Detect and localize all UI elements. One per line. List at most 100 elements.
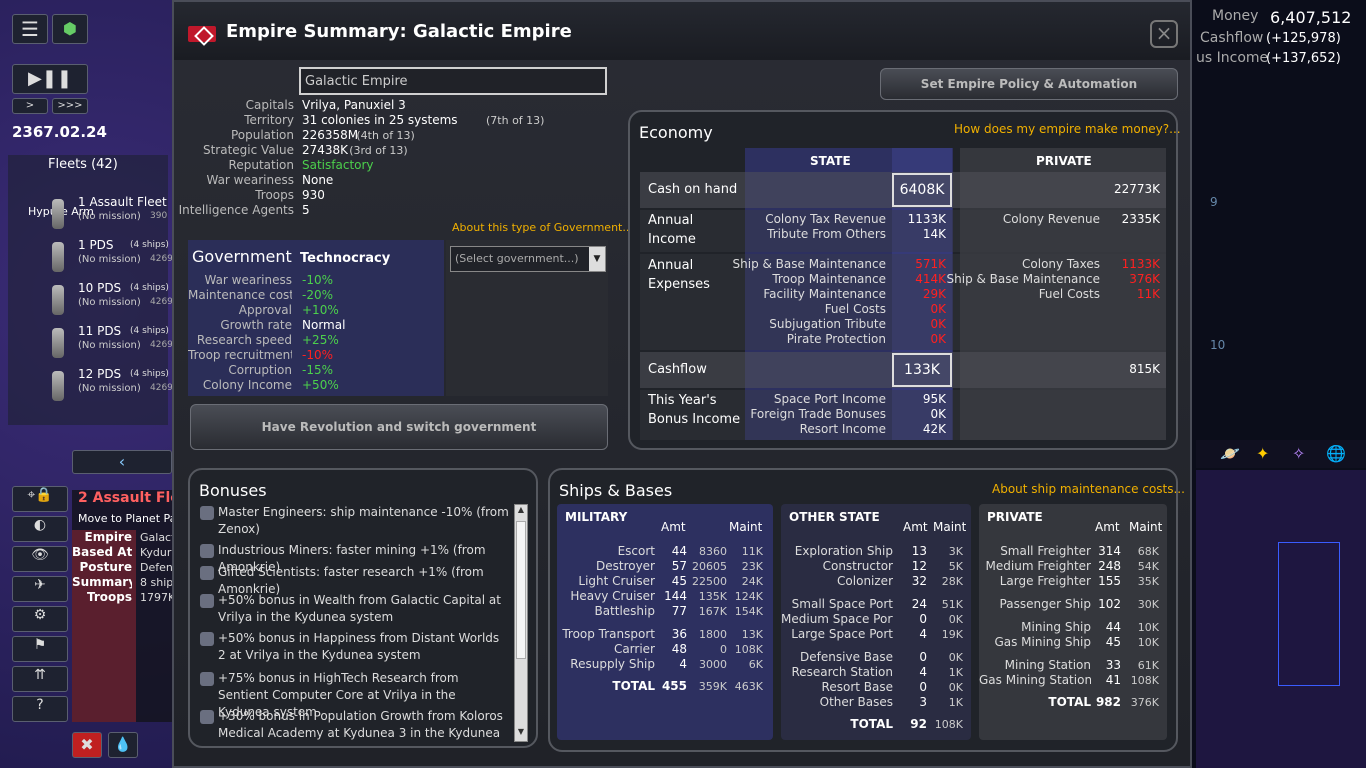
fleet-value: 4269 [150, 383, 173, 393]
planet-tool-button[interactable]: ◐ [12, 516, 68, 542]
gear-tool-button[interactable]: ⚙ [12, 606, 68, 632]
ship-type-maintenance: 23K [741, 560, 763, 573]
fleet-size: (4 ships) [130, 283, 169, 293]
ship-type-maintenance: 24K [741, 575, 763, 588]
government-select[interactable]: (Select government...) ▼ [450, 246, 606, 272]
government-modifier-label: Research speed [196, 333, 292, 347]
bonus-icon [200, 672, 214, 686]
ship-type-maintenance: 0K [948, 681, 963, 694]
flag-tool-button[interactable]: ⚑ [12, 636, 68, 662]
economy-help-link[interactable]: How does my empire make money?... [954, 122, 1181, 136]
help-tool-button[interactable]: ? [12, 696, 68, 722]
speed-fast-button[interactable]: >>> [52, 98, 88, 114]
economy-line-label: Colony Taxes [1022, 257, 1100, 271]
cash-label: Cash on hand [648, 182, 738, 197]
ship-type-name: Other Bases [819, 695, 893, 709]
ship-total-maintenance: 376K [1130, 696, 1159, 709]
ship-type-name: Gas Mining Station [979, 673, 1091, 687]
stat-label: Capitals [245, 98, 294, 112]
fleet-list-item[interactable]: 1 Assault Fleet (No mission) 390 [48, 195, 178, 235]
ship-type-maintenance: 35K [1137, 575, 1159, 588]
dialog-title: Empire Summary: Galactic Empire [226, 21, 572, 42]
star-icon[interactable]: ✦ [1256, 444, 1269, 463]
fleet-list-item[interactable]: 1 PDS (4 ships) (No mission) 4269 [48, 238, 178, 278]
help-button[interactable]: ⬢ [52, 14, 88, 44]
ship-type-maintenance: 0K [948, 651, 963, 664]
economy-line-label: Fuel Costs [824, 302, 886, 316]
ship-type-name: Exploration Ship [794, 544, 893, 558]
help-icon: ⬢ [63, 19, 77, 38]
flag-icon: ⚑ [33, 637, 47, 653]
empire-name-input[interactable] [299, 67, 607, 95]
fleet-list-item[interactable]: 10 PDS (4 ships) (No mission) 4269 [48, 281, 178, 321]
government-modifier-value: +10% [302, 303, 339, 317]
ships-bases-panel: Ships & Bases About ship maintenance cos… [548, 468, 1185, 752]
saturn-icon[interactable]: 🪐 [1220, 444, 1240, 463]
selected-fleet-panel: 2 Assault Flee Move to Planet Pan Empire… [72, 490, 189, 722]
ship-icon: ✈ [34, 577, 46, 593]
ship-type-name: Battleship [594, 604, 655, 618]
close-button[interactable]: × [1150, 20, 1178, 48]
empire-summary-dialog: Empire Summary: Galactic Empire × Set Em… [172, 0, 1192, 768]
globe-icon[interactable]: 🌐 [1326, 444, 1346, 463]
fleet-value: 390 [150, 211, 168, 221]
economy-line-value: 95K [922, 392, 946, 406]
military-header: MILITARY [565, 510, 628, 524]
chevron-left-icon: ‹ [118, 452, 126, 471]
ship-type-name: Destroyer [595, 559, 655, 573]
fleet-list-item[interactable]: 11 PDS (4 ships) (No mission) 4269 [48, 324, 178, 364]
ship-type-name: Colonizer [837, 574, 893, 588]
fleet-size: (4 ships) [130, 369, 169, 379]
play-pause-icon: ▶❚❚ [27, 68, 72, 89]
eye-tool-button[interactable]: 👁 [12, 546, 68, 572]
selected-fleet-label: Troops [86, 590, 132, 604]
economy-line-value: 0K [930, 302, 946, 316]
planet-icon: ◐ [33, 517, 47, 533]
government-modifier-value: -15% [302, 363, 334, 377]
fleets-panel: Fleets (42) Hypure Arm 1 Assault Fleet (N… [8, 155, 173, 425]
minimap[interactable] [1196, 470, 1366, 768]
economy-line-value: 376K [1129, 272, 1160, 286]
revolution-button[interactable]: Have Revolution and switch government [190, 404, 608, 450]
play-pause-button[interactable]: ▶❚❚ [12, 64, 88, 94]
minimap-viewport[interactable] [1278, 542, 1340, 686]
disband-button[interactable]: ✖ [72, 732, 102, 758]
set-empire-policy-button[interactable]: Set Empire Policy & Automation [880, 68, 1178, 100]
speed-button[interactable]: > [12, 98, 48, 114]
fleet-size: (4 ships) [130, 326, 169, 336]
ship-type-maintenance: 61K [1137, 659, 1159, 672]
government-info-link[interactable]: About this type of Government... [452, 221, 633, 234]
stat-label: Troops [255, 188, 294, 202]
ship-maintenance-link[interactable]: About ship maintenance costs... [992, 482, 1185, 496]
scroll-down-icon[interactable]: ▼ [515, 727, 527, 741]
economy-line-label: Subjugation Tribute [769, 317, 886, 331]
ship-total-label: TOTAL [1048, 695, 1091, 709]
private-amt-header: Amt [1095, 520, 1120, 534]
fuel-button[interactable]: 💧 [108, 732, 138, 758]
ship-type-name: Carrier [613, 642, 655, 656]
other-state-header: OTHER STATE [789, 510, 880, 524]
state-header: STATE [810, 154, 851, 168]
collapse-button[interactable]: ‹ [72, 450, 172, 474]
fleet-list-item[interactable]: 12 PDS (4 ships) (No mission) 4269 [48, 367, 178, 407]
bonus-icon [200, 566, 214, 580]
scroll-thumb[interactable] [516, 521, 526, 659]
economy-line-label: Fuel Costs [1038, 287, 1100, 301]
lock-tool-button[interactable]: ⌖🔒 [12, 486, 68, 512]
stat-label: War weariness [206, 173, 294, 187]
economy-line-value: 14K [922, 227, 946, 241]
scroll-up-icon[interactable]: ▲ [515, 505, 527, 519]
selected-fleet-label: Summary [72, 575, 132, 589]
fleets-header[interactable]: Fleets (42) [48, 157, 118, 172]
ship-type-maintenance: 6K [748, 658, 763, 671]
ship-tool-button[interactable]: ✈ [12, 576, 68, 602]
bonuses-scrollbar[interactable]: ▲ ▼ [514, 504, 528, 742]
ship-type-maintenance: 154K [734, 605, 763, 618]
nebula-icon[interactable]: ✧ [1292, 444, 1305, 463]
tree-tool-button[interactable]: ⇈ [12, 666, 68, 692]
cashflow-private-value: 815K [1129, 362, 1160, 376]
government-modifier-label: Growth rate [220, 318, 292, 332]
selected-fleet-order: Move to Planet Pan [78, 512, 184, 525]
menu-button[interactable]: ☰ [12, 14, 48, 44]
stat-label: Territory [244, 113, 294, 127]
